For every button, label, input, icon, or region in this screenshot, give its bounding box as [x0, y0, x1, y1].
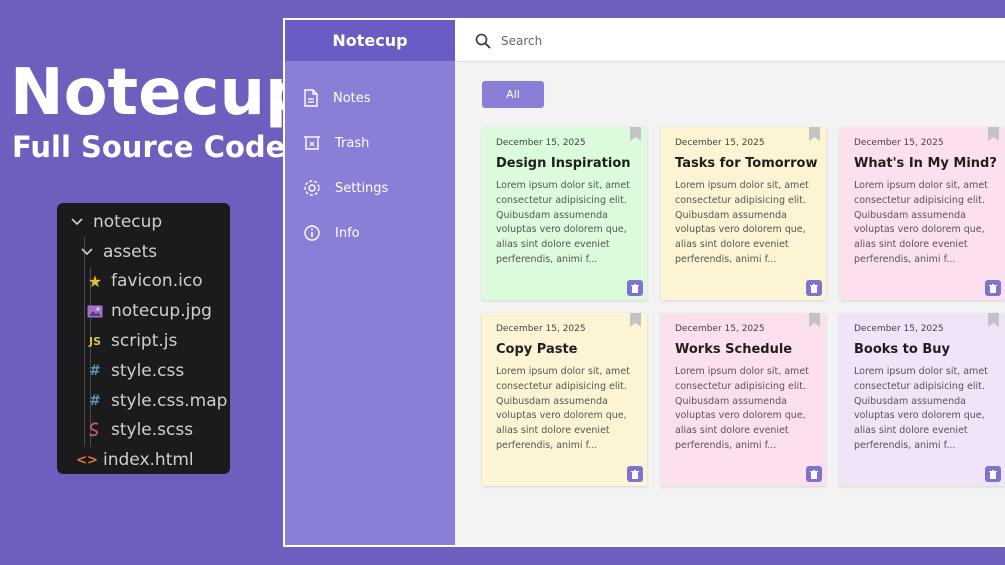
trash-icon: [810, 469, 818, 479]
note-title: Copy Paste: [496, 342, 578, 357]
hash-icon: #: [89, 362, 101, 379]
note-body: Lorem ipsum dolor sit, amet consectetur …: [496, 366, 630, 451]
bookmark-icon[interactable]: [809, 313, 820, 327]
sidebar-item-notes[interactable]: Notes: [285, 83, 455, 113]
trash-icon: [304, 136, 320, 150]
bookmark-icon[interactable]: [630, 313, 641, 327]
tree-item-label: assets: [103, 241, 158, 262]
sass-icon: [85, 422, 105, 438]
delete-note-button[interactable]: [627, 466, 643, 482]
note-card[interactable]: December 15, 2025 Design Inspiration Lorem…: [482, 127, 647, 300]
tree-item-label: style.css: [111, 360, 185, 381]
trash-icon: [989, 469, 997, 479]
note-title: Books to Buy: [854, 342, 950, 357]
note-date: December 15, 2025: [854, 138, 944, 148]
note-body: Lorem ipsum dolor sit, amet consectetur …: [854, 180, 988, 265]
sidebar-item-label: Trash: [335, 135, 370, 151]
delete-note-button[interactable]: [985, 280, 1001, 296]
tree-item-label: style.css.map: [111, 390, 228, 411]
note-card[interactable]: December 15, 2025 Copy Paste Lorem ipsum d…: [482, 313, 647, 486]
tree-file-index-html[interactable]: <> index.html: [57, 445, 230, 475]
app-window: Notecup Notes Trash Settings Info All De…: [283, 18, 1005, 547]
note-date: December 15, 2025: [496, 138, 586, 148]
delete-note-button[interactable]: [806, 280, 822, 296]
sidebar-item-label: Info: [335, 225, 360, 241]
bookmark-icon[interactable]: [988, 313, 999, 327]
note-date: December 15, 2025: [675, 324, 765, 334]
tree-folder-notecup[interactable]: notecup: [57, 207, 230, 237]
tree-file-notecup-jpg[interactable]: notecup.jpg: [57, 296, 230, 326]
delete-note-button[interactable]: [806, 466, 822, 482]
note-body: Lorem ipsum dolor sit, amet consectetur …: [675, 180, 809, 265]
star-icon: ★: [87, 271, 103, 291]
note-body: Lorem ipsum dolor sit, amet consectetur …: [854, 366, 988, 451]
promo-title: Notecup: [10, 56, 311, 130]
app-title: Notecup: [285, 20, 455, 61]
bookmark-icon[interactable]: [630, 127, 641, 141]
file-icon: [304, 89, 318, 107]
trash-icon: [989, 283, 997, 293]
note-card[interactable]: December 15, 2025 Books to Buy Lorem ipsum…: [840, 313, 1005, 486]
search-icon: [475, 33, 491, 49]
note-title: What's In My Mind?: [854, 156, 997, 171]
trash-icon: [631, 469, 639, 479]
trash-icon: [631, 283, 639, 293]
note-title: Tasks for Tomorrow: [675, 156, 818, 171]
gear-icon: [304, 180, 320, 196]
sidebar-item-info[interactable]: Info: [285, 218, 455, 248]
html-icon: <>: [76, 452, 98, 468]
tree-file-script-js[interactable]: JS script.js: [57, 326, 230, 356]
sidebar-item-label: Notes: [333, 90, 371, 106]
info-icon: [304, 225, 320, 241]
image-icon: [85, 305, 105, 318]
tree-item-label: index.html: [103, 450, 194, 471]
tree-item-label: notecup.jpg: [111, 301, 212, 322]
note-date: December 15, 2025: [854, 324, 944, 334]
tree-file-style-css[interactable]: # style.css: [57, 356, 230, 386]
note-card[interactable]: December 15, 2025 Works Schedule Lorem ips…: [661, 313, 826, 486]
note-date: December 15, 2025: [496, 324, 586, 334]
search-bar: [455, 20, 1005, 61]
sidebar-item-settings[interactable]: Settings: [285, 173, 455, 203]
promo-subtitle: Full Source Code: [12, 130, 286, 164]
bookmark-icon[interactable]: [988, 127, 999, 141]
delete-note-button[interactable]: [985, 466, 1001, 482]
trash-icon: [810, 283, 818, 293]
tree-file-style-scss[interactable]: style.scss: [57, 416, 230, 446]
delete-note-button[interactable]: [627, 280, 643, 296]
sidebar-item-trash[interactable]: Trash: [285, 128, 455, 158]
note-date: December 15, 2025: [675, 138, 765, 148]
tree-file-style-css-map[interactable]: # style.css.map: [57, 386, 230, 416]
chevron-down-icon: [67, 218, 87, 226]
js-icon: JS: [88, 334, 101, 348]
tree-file-favicon[interactable]: ★ favicon.ico: [57, 267, 230, 297]
tree-item-label: script.js: [111, 331, 178, 352]
tree-folder-assets[interactable]: assets: [57, 237, 230, 267]
note-title: Design Inspiration: [496, 156, 631, 171]
sidebar: Notecup Notes Trash Settings Info: [285, 20, 455, 545]
filter-all-button[interactable]: All: [482, 81, 544, 108]
tree-item-label: notecup: [93, 211, 163, 232]
tree-item-label: style.scss: [111, 420, 194, 441]
sidebar-item-label: Settings: [335, 180, 389, 196]
note-body: Lorem ipsum dolor sit, amet consectetur …: [675, 366, 809, 451]
tree-item-label: favicon.ico: [111, 271, 203, 292]
note-card[interactable]: December 15, 2025 What's In My Mind? Lorem…: [840, 127, 1005, 300]
search-input[interactable]: [501, 33, 801, 48]
chevron-down-icon: [77, 248, 97, 256]
note-card[interactable]: December 15, 2025 Tasks for Tomorrow Lorem…: [661, 127, 826, 300]
file-tree-panel: notecup assets ★ favicon.ico notecup.jpg…: [57, 203, 230, 474]
hash-icon: #: [89, 392, 101, 409]
note-title: Works Schedule: [675, 342, 793, 357]
note-body: Lorem ipsum dolor sit, amet consectetur …: [496, 180, 630, 265]
bookmark-icon[interactable]: [809, 127, 820, 141]
